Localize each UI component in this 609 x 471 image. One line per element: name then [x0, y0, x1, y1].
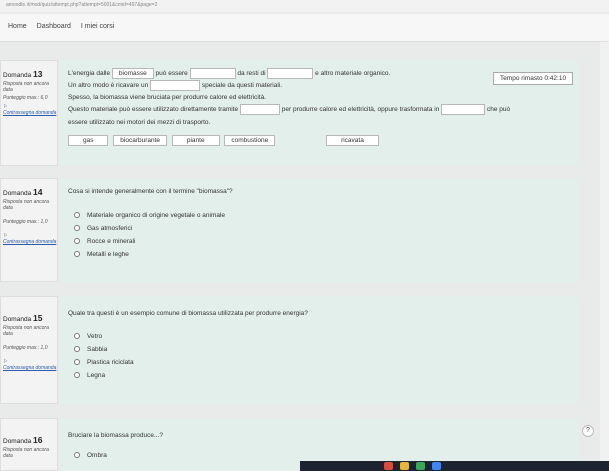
radio-button[interactable] [74, 225, 80, 232]
question-info: Domanda 15 Risposta non ancora data Punt… [0, 296, 58, 404]
help-button[interactable]: ? [582, 425, 594, 437]
question-text: Cosa si intende generalmente con il term… [68, 188, 233, 195]
question-number: Domanda 15 [3, 313, 43, 323]
top-navigation: Home Dashboard I miei corsi [0, 14, 609, 42]
question-info: Domanda 14 Risposta non ancora data Punt… [0, 178, 58, 282]
question-content: Quale tra questi è un esempio comune di … [60, 296, 578, 404]
question-15: Domanda 15 Risposta non ancora data Punt… [0, 296, 578, 404]
nav-home-link[interactable]: Home [8, 23, 27, 30]
drag-word[interactable]: biocarburante [113, 134, 168, 146]
flag-question-link[interactable]: ⚐ Contrassegna domanda [3, 233, 57, 245]
answer-option[interactable]: Vetro [68, 332, 578, 341]
question-score: Punteggio max.: 6,0 [3, 95, 48, 101]
question-text: Quale tra questi è un esempio comune di … [68, 310, 308, 317]
flag-question-link[interactable]: ⚐ Contrassegna domanda [3, 359, 57, 371]
question-text: Bruciare la biomassa produce...? [68, 432, 164, 439]
answer-option[interactable]: Sabbia [68, 345, 578, 354]
answer-option[interactable]: Rocce e minerali [68, 237, 578, 246]
radio-button[interactable] [74, 452, 80, 459]
radio-button[interactable] [74, 346, 80, 353]
question-status: Risposta non ancora data [3, 447, 49, 459]
word-bank: gas biocarburante piante combustione ric… [68, 134, 578, 146]
filled-gap-biomasse[interactable]: biomasse [111, 68, 154, 79]
answer-option[interactable]: Gas atmosferici [68, 224, 578, 233]
question-13: Domanda 13 Risposta non ancora data Punt… [0, 60, 578, 166]
question-status: Risposta non ancora data [3, 325, 49, 337]
radio-button[interactable] [74, 359, 80, 366]
drop-gap-1[interactable] [189, 68, 236, 79]
files-icon[interactable] [400, 462, 409, 470]
question-status: Risposta non ancora data [3, 199, 49, 211]
page-scrollbar[interactable] [600, 42, 609, 471]
time-remaining: Tempo rimasto 0:42:10 [493, 72, 573, 85]
answer-option[interactable]: Legna [68, 371, 578, 380]
question-14: Domanda 14 Risposta non ancora data Punt… [0, 178, 578, 282]
radio-button[interactable] [74, 333, 80, 340]
answer-option[interactable]: Plastica riciclata [68, 358, 578, 367]
sentence-3: Spesso, la biomassa viene bruciata per p… [68, 94, 266, 102]
store-icon[interactable] [432, 462, 441, 470]
radio-button[interactable] [74, 372, 80, 379]
radio-button[interactable] [74, 212, 80, 219]
drop-gap-5[interactable] [441, 104, 486, 116]
drag-word[interactable]: combustione [224, 134, 276, 146]
sentence-5: essere utilizzato nei motori dei mezzi d… [68, 118, 211, 126]
question-status: Risposta non ancora data [3, 81, 49, 93]
question-info: Domanda 16 Risposta non ancora data [0, 418, 58, 471]
drop-gap-3[interactable] [150, 80, 201, 92]
answer-option[interactable]: Ombra [68, 451, 578, 460]
flag-question-link[interactable]: ⚐ Contrassegna domanda [3, 104, 57, 116]
chrome-icon[interactable] [416, 462, 425, 470]
browser-url-bar[interactable]: amoodle.it/mod/quiz/attempt.php?attempt=… [0, 0, 609, 12]
drop-gap-4[interactable] [239, 104, 280, 116]
question-score: Punteggio max.: 1,0 [3, 219, 48, 225]
question-number: Domanda 16 [3, 435, 43, 445]
drag-word[interactable]: ricavata [326, 134, 379, 146]
drag-word[interactable]: gas [68, 134, 109, 146]
sentence-4: Questo materiale può essere utilizzato d… [68, 104, 578, 116]
nav-dashboard-link[interactable]: Dashboard [37, 23, 71, 30]
os-taskbar [300, 461, 609, 471]
browser-icon[interactable] [384, 462, 393, 470]
answer-option[interactable]: Materiale organico di origine vegetale o… [68, 211, 578, 220]
drop-gap-2[interactable] [267, 68, 314, 79]
radio-button[interactable] [74, 238, 80, 245]
question-info: Domanda 13 Risposta non ancora data Punt… [0, 60, 58, 166]
drag-word[interactable]: piante [171, 134, 220, 146]
nav-courses-link[interactable]: I miei corsi [81, 23, 114, 30]
question-number: Domanda 13 [3, 69, 43, 79]
answer-option[interactable]: Metalli e leghe [68, 250, 578, 259]
radio-button[interactable] [74, 251, 80, 258]
question-score: Punteggio max.: 1,0 [3, 345, 48, 351]
question-content: Cosa si intende generalmente con il term… [60, 178, 578, 282]
question-number: Domanda 14 [3, 187, 43, 197]
